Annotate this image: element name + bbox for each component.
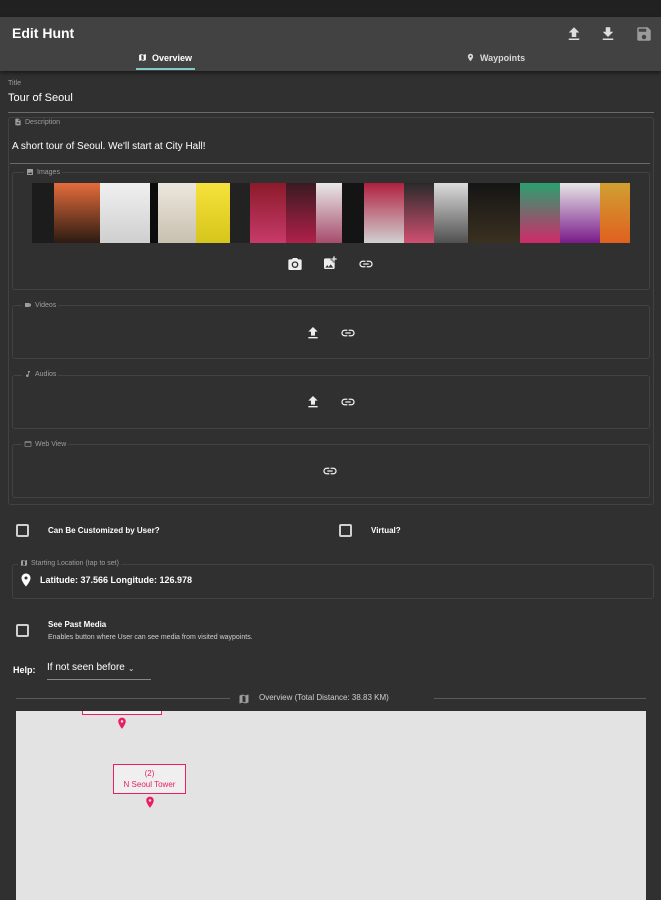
web-icon xyxy=(24,441,32,447)
camera-button[interactable] xyxy=(287,256,303,272)
videos-section xyxy=(12,305,650,359)
starting-location-label-text: Starting Location (tap to set) xyxy=(31,559,119,567)
description-field-label: Description xyxy=(14,118,60,126)
add-photo-icon xyxy=(324,256,337,269)
webview-link-button[interactable] xyxy=(322,463,338,479)
images-label-text: Images xyxy=(37,168,60,176)
description-label-text: Description xyxy=(25,118,61,126)
help-dropdown-value: If not seen before xyxy=(47,662,125,673)
map-marker-number: (2) xyxy=(144,769,155,778)
map-pin-icon[interactable] xyxy=(117,717,127,730)
upload-button[interactable] xyxy=(565,25,583,43)
see-past-media-checkbox[interactable] xyxy=(16,624,29,637)
help-label: Help: xyxy=(13,665,36,675)
camera-icon xyxy=(288,258,302,270)
video-icon xyxy=(25,303,31,307)
audios-section xyxy=(12,375,650,429)
video-upload-button[interactable] xyxy=(305,325,321,341)
download-icon xyxy=(602,27,614,40)
location-pin-icon xyxy=(467,53,474,62)
video-link-button[interactable] xyxy=(340,325,356,341)
overview-map[interactable]: (2) N Seoul Tower xyxy=(16,711,646,900)
app-title: Edit Hunt xyxy=(12,25,75,41)
audios-label-text: Audios xyxy=(35,370,57,378)
title-field-label: Title xyxy=(8,80,21,87)
upload-icon xyxy=(568,27,580,40)
starting-location-value: Latitude: 37.566 Longitude: 126.978 xyxy=(40,575,193,585)
music-note-icon xyxy=(26,371,30,378)
webview-field-label: Web View xyxy=(22,440,69,448)
map-marker-label-1[interactable] xyxy=(82,711,162,715)
title-underline xyxy=(8,112,654,113)
location-pin-icon xyxy=(20,573,32,587)
link-icon xyxy=(341,398,355,406)
virtual-label: Virtual? xyxy=(371,526,401,535)
map-icon xyxy=(21,560,27,566)
app-bar: Edit Hunt Overview Waypoints xyxy=(0,17,661,71)
map-icon xyxy=(139,54,146,61)
upload-icon xyxy=(308,327,318,339)
customized-label: Can Be Customized by User? xyxy=(48,526,160,535)
tab-indicator xyxy=(136,68,195,70)
title-label-text: Title xyxy=(8,80,21,87)
status-bar xyxy=(0,0,661,17)
tab-waypoints-label: Waypoints xyxy=(480,53,526,63)
videos-label-text: Videos xyxy=(35,301,57,309)
image-link-button[interactable] xyxy=(358,256,374,272)
chevron-down-icon: ⌄ xyxy=(127,664,135,673)
see-past-media-description: Enables button where User can see media … xyxy=(48,634,253,641)
images-field-label: Images xyxy=(24,168,62,176)
virtual-checkbox[interactable] xyxy=(339,524,352,537)
image-icon xyxy=(27,169,33,175)
overview-title: Overview (Total Distance: 38.83 KM) xyxy=(259,693,389,702)
see-past-media-label: See Past Media xyxy=(48,620,107,629)
image-thumbnail[interactable] xyxy=(32,183,630,243)
link-icon xyxy=(341,329,355,337)
map-marker-name: N Seoul Tower xyxy=(123,780,176,789)
audio-link-button[interactable] xyxy=(340,394,356,410)
audio-upload-button[interactable] xyxy=(305,394,321,410)
overview-divider-right xyxy=(434,698,646,699)
audios-field-label: Audios xyxy=(22,370,59,378)
description-underline xyxy=(10,163,650,164)
customized-checkbox[interactable] xyxy=(16,524,29,537)
save-button[interactable] xyxy=(635,25,653,43)
link-icon xyxy=(359,260,373,268)
webview-label-text: Web View xyxy=(35,440,67,448)
download-button[interactable] xyxy=(599,25,617,43)
description-input[interactable]: A short tour of Seoul. We'll start at Ci… xyxy=(12,141,205,152)
add-image-button[interactable] xyxy=(322,255,338,271)
tab-waypoints[interactable]: Waypoints xyxy=(466,53,525,71)
help-dropdown[interactable]: If not seen before ⌄ xyxy=(47,662,151,680)
map-marker-label-2[interactable]: (2) N Seoul Tower xyxy=(113,764,186,794)
overview-divider-left xyxy=(16,698,230,699)
map-pin-icon[interactable] xyxy=(145,796,155,809)
link-icon xyxy=(323,467,337,475)
title-input[interactable]: Tour of Seoul xyxy=(8,92,73,104)
document-icon xyxy=(15,118,21,126)
map-icon xyxy=(237,692,251,704)
tab-overview-label: Overview xyxy=(152,53,193,63)
videos-field-label: Videos xyxy=(22,301,59,309)
save-icon xyxy=(637,27,651,41)
starting-location-field-label: Starting Location (tap to set) xyxy=(18,559,121,567)
upload-icon xyxy=(308,396,318,408)
